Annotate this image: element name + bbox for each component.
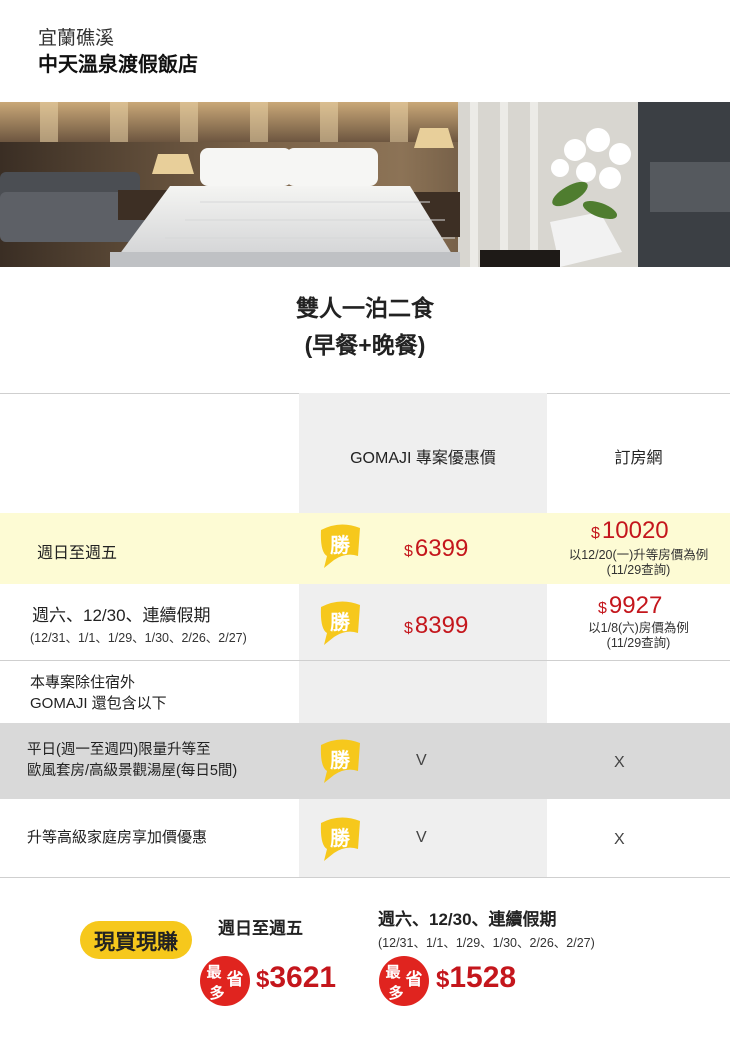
booking-note-line1: 以1/8(六)房價為例 — [588, 621, 689, 635]
extra-section-title: 本專案除住宿外 GOMAJI 還包含以下 — [30, 672, 167, 714]
svg-text:多: 多 — [388, 984, 403, 1002]
booking-price-value: 10020 — [601, 517, 669, 544]
hotel-name: 中天溫泉渡假飯店 — [38, 54, 198, 76]
extra-title-line1: 本專案除住宿外 — [30, 674, 136, 691]
currency-symbol: $ — [404, 620, 413, 637]
cross-mark: X — [614, 831, 625, 848]
hotel-header: 宜蘭礁溪 中天溫泉渡假飯店 — [38, 26, 198, 78]
gomaji-price-value: 6399 — [414, 535, 469, 562]
max-save-icon: 最省多 — [199, 955, 251, 1007]
buy-now-tag-label: 現買現賺 — [94, 930, 178, 954]
weekday-savings: $3621 — [256, 961, 336, 995]
perk-label-line1: 平日(週一至週四)限量升等至 — [27, 742, 211, 758]
svg-text:省: 省 — [226, 969, 244, 990]
weekend-savings: $1528 — [436, 961, 516, 995]
column-header-booking: 訂房網 — [614, 450, 663, 467]
plan-title-line1: 雙人一泊二食 — [296, 295, 434, 321]
hotel-location: 宜蘭礁溪 — [38, 28, 115, 49]
perk-label-line2: 歐風套房/高級景觀湯屋(每日5間) — [27, 763, 238, 779]
win-badge-icon: 勝 — [316, 522, 364, 568]
booking-note: 以12/20(一)升等房價為例 (11/29查詢) — [547, 548, 730, 578]
currency-symbol: $ — [598, 600, 607, 617]
win-badge-label: 勝 — [330, 826, 351, 850]
row-label: 週日至週五 — [37, 545, 118, 562]
weekend-label: 週六、12/30、連續假期 — [378, 910, 557, 929]
buy-now-tag: 現買現賺 — [80, 917, 192, 963]
win-badge-icon: 勝 — [316, 599, 364, 645]
currency-symbol: $ — [591, 525, 600, 542]
plan-title-line2: (早餐+晚餐) — [304, 332, 426, 358]
table-bottom-divider — [0, 877, 730, 878]
svg-text:最: 最 — [385, 963, 401, 981]
max-save-icon: 最省多 — [378, 955, 430, 1007]
row-label: 週六、12/30、連續假期 — [32, 606, 211, 625]
perk-label: 平日(週一至週四)限量升等至 歐風套房/高級景觀湯屋(每日5間) — [27, 740, 237, 782]
hotel-room-photo — [0, 102, 730, 267]
win-badge-icon: 勝 — [316, 737, 364, 783]
booking-note-line2: (11/29查詢) — [606, 636, 671, 650]
weekday-label: 週日至週五 — [218, 919, 303, 938]
plan-title: 雙人一泊二食 (早餐+晚餐) — [0, 290, 730, 364]
win-badge-label: 勝 — [330, 533, 351, 557]
gomaji-price: $8399 — [404, 612, 468, 640]
booking-note-line1: 以12/20(一)升等房價為例 — [568, 548, 709, 562]
booking-note: 以1/8(六)房價為例 (11/29查詢) — [547, 621, 730, 651]
gomaji-price-value: 8399 — [414, 612, 469, 639]
row-sublabel: (12/31、1/1、1/29、1/30、2/26、2/27) — [30, 631, 247, 645]
win-badge-label: 勝 — [330, 748, 351, 772]
currency-symbol: $ — [256, 966, 270, 993]
extra-title-line2: GOMAJI 還包含以下 — [30, 695, 167, 712]
weekend-sublabel: (12/31、1/1、1/29、1/30、2/26、2/27) — [378, 936, 595, 950]
weekday-savings-value: 3621 — [269, 961, 337, 994]
booking-price-value: 9927 — [608, 592, 663, 619]
booking-price: $9927 — [598, 592, 662, 620]
currency-symbol: $ — [404, 543, 413, 560]
win-badge-label: 勝 — [330, 610, 351, 634]
perk-label: 升等高級家庭房享加價優惠 — [27, 829, 208, 846]
win-badge-icon: 勝 — [316, 815, 364, 861]
svg-text:多: 多 — [209, 984, 224, 1002]
row-divider — [0, 660, 730, 661]
weekend-savings-value: 1528 — [449, 961, 517, 994]
check-mark: V — [416, 829, 427, 846]
booking-note-line2: (11/29查詢) — [606, 563, 671, 577]
check-mark: V — [416, 752, 427, 769]
gomaji-price: $6399 — [404, 535, 468, 563]
svg-text:最: 最 — [206, 963, 222, 981]
currency-symbol: $ — [436, 966, 450, 993]
booking-price: $10020 — [591, 517, 669, 545]
svg-text:省: 省 — [405, 969, 423, 990]
column-header-gomaji: GOMAJI 專案優惠價 — [350, 450, 496, 467]
cross-mark: X — [614, 754, 625, 771]
